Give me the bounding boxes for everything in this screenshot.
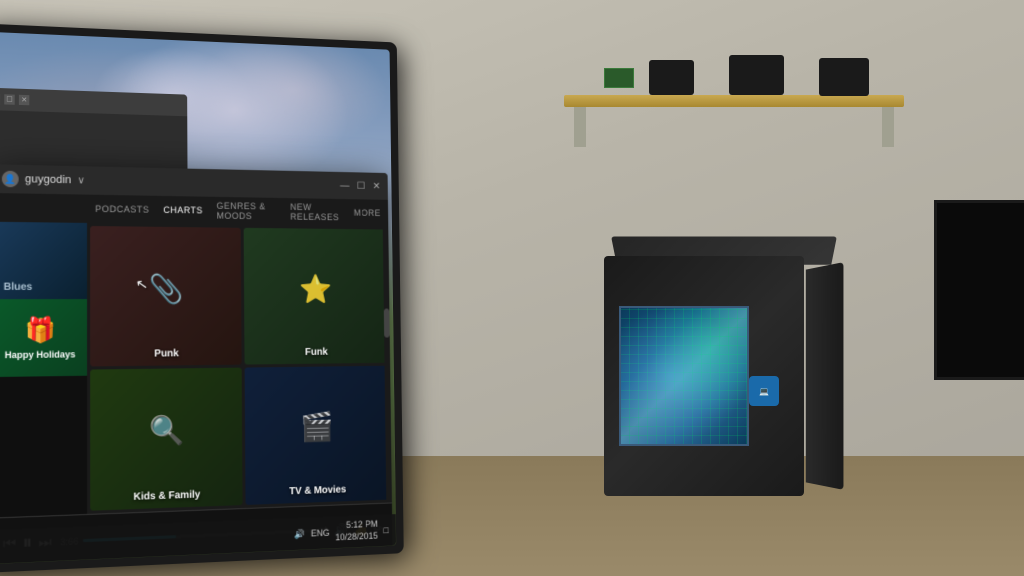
scrollbar-thumb[interactable] (384, 309, 390, 338)
kids-label: Kids & Family (134, 489, 201, 503)
browser-maximize-btn[interactable]: ☐ (4, 94, 15, 104)
music-minimize-btn[interactable]: — (340, 180, 349, 191)
kids-icon: 🔍 (149, 414, 184, 448)
nav-genres-moods[interactable]: GENRES & MOODS (217, 201, 278, 222)
shelf-item-3 (819, 58, 869, 96)
genre-grid: 📎 Punk ⭐ Funk 🔍 Kids & Family 🎬 TV & Mov… (87, 223, 392, 514)
music-close-btn[interactable]: ✕ (373, 181, 381, 192)
music-title-left: 👤 guygodin ∨ (2, 171, 85, 189)
user-avatar: 👤 (2, 171, 19, 188)
taskbar-clock: 5:12 PM 10/28/2015 (335, 519, 378, 544)
holiday-label: Happy Holidays (5, 349, 76, 360)
blues-label: Blues (4, 282, 33, 293)
taskbar-desktop-icon[interactable]: □ (383, 525, 388, 535)
music-app-window: 👤 guygodin ∨ — ☐ ✕ PODCASTS CHARTS GENRE… (0, 164, 393, 564)
pc-case-body: 💻 (604, 256, 804, 496)
punk-icon: 📎 (149, 272, 184, 305)
sidebar-holiday[interactable]: 🎁 Happy Holidays (0, 299, 87, 377)
tv-frame (934, 200, 1024, 380)
music-top-nav: PODCASTS CHARTS GENRES & MOODS NEW RELEA… (87, 195, 388, 227)
sidebar-blues[interactable]: Blues (0, 222, 87, 299)
nav-new-releases[interactable]: NEW RELEASES (290, 202, 341, 222)
holiday-gift-icon: 🎁 (25, 315, 56, 345)
pc-logo: 💻 (749, 376, 779, 406)
tv-movies-icon: 🎬 (300, 411, 334, 444)
shelf-item-1 (649, 60, 694, 95)
taskbar-volume-icon[interactable]: 🔊 (294, 528, 305, 539)
genre-card-punk[interactable]: 📎 Punk (90, 226, 241, 366)
shelf-item-2 (729, 55, 784, 95)
music-maximize-btn[interactable]: ☐ (357, 181, 365, 192)
music-title-controls: — ☐ ✕ (340, 180, 380, 191)
music-app-username: guygodin (25, 173, 71, 186)
taskbar-date: 10/28/2015 (335, 531, 378, 544)
taskbar-icons: 🔊 ENG 5:12 PM 10/28/2015 □ (294, 519, 389, 546)
pc-case: 💻 (604, 236, 844, 496)
nav-charts[interactable]: CHARTS (163, 205, 203, 216)
tv-movies-label: TV & Movies (289, 484, 346, 497)
dropdown-arrow-icon: ∨ (77, 175, 85, 186)
taskbar-network-icon[interactable]: ENG (311, 528, 330, 539)
circuit-board-shelf (604, 68, 634, 88)
wall-shelf (564, 95, 904, 107)
monitor-outer: — ☐ ✕ 👤 guygodin ∨ — ☐ ✕ (0, 23, 404, 573)
funk-label: Funk (305, 346, 328, 357)
music-sidebar: Blues 🎁 Happy Holidays (0, 222, 87, 518)
genre-card-funk[interactable]: ⭐ Funk (243, 228, 387, 364)
nav-more[interactable]: MORE (354, 208, 381, 218)
funk-icon: ⭐ (299, 273, 332, 305)
nav-podcasts[interactable]: PODCASTS (95, 204, 149, 215)
genre-card-tv-movies[interactable]: 🎬 TV & Movies (244, 365, 389, 505)
pc-window (619, 306, 749, 446)
monitor-screen: — ☐ ✕ 👤 guygodin ∨ — ☐ ✕ (0, 32, 396, 565)
punk-label: Punk (154, 348, 179, 359)
browser-window: — ☐ ✕ (0, 87, 188, 173)
browser-close-btn[interactable]: ✕ (19, 95, 29, 105)
monitor-container: — ☐ ✕ 👤 guygodin ∨ — ☐ ✕ (0, 23, 404, 573)
pc-case-side (806, 262, 844, 490)
genre-card-kids[interactable]: 🔍 Kids & Family (90, 367, 242, 511)
